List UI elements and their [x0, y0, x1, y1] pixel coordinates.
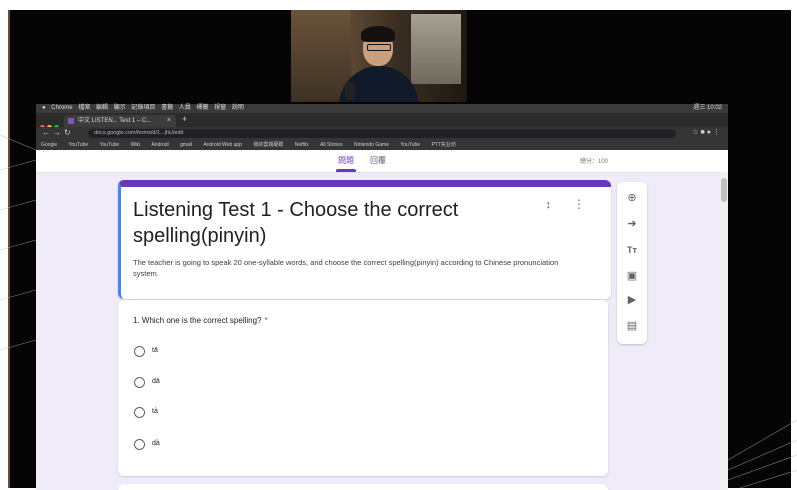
bookmark[interactable]: Google: [41, 142, 57, 148]
add-title-icon[interactable]: Tт: [624, 242, 640, 258]
tab-title: 中文 LISTEN... Test 1 – C...: [78, 118, 152, 124]
bookmark[interactable]: Wiki: [131, 142, 140, 148]
menu-item[interactable]: 視窗: [214, 105, 226, 111]
bookmark[interactable]: All Stories: [320, 142, 343, 148]
required-asterisk: *: [264, 316, 268, 325]
browser-toolbar: ←→↻ docs.google.com/forms/d/1...jhU/edit…: [36, 127, 728, 140]
browser-tab-bar: 中文 LISTEN... Test 1 – C... × +: [36, 113, 728, 130]
add-video-icon[interactable]: ▶: [624, 292, 640, 308]
option-label: tà: [152, 408, 158, 415]
menu-item[interactable]: 標籤: [196, 105, 208, 111]
bookmark[interactable]: YouTube: [69, 142, 89, 148]
bookmark[interactable]: YouTube: [100, 142, 120, 148]
address-bar[interactable]: docs.google.com/forms/d/1...jhU/edit: [88, 129, 676, 138]
option-label: tā: [152, 347, 158, 354]
scroll-thumb[interactable]: [721, 178, 727, 202]
bookmarks-bar: Google YouTube YouTube Wiki Android gmai…: [36, 140, 728, 150]
page-scrollbar[interactable]: [720, 172, 728, 490]
floating-toolbar: ⊕ ➜ Tт ▣ ▶ ▤: [617, 182, 647, 344]
back-icon[interactable]: ←: [42, 128, 53, 137]
menu-item[interactable]: 編輯: [96, 105, 108, 111]
menu-item[interactable]: 檔案: [78, 105, 90, 111]
tab-questions[interactable]: 問題: [338, 155, 354, 166]
menu-item[interactable]: 顯示: [114, 105, 126, 111]
new-tab-icon[interactable]: +: [182, 114, 187, 124]
browser-tab[interactable]: 中文 LISTEN... Test 1 – C... ×: [64, 115, 176, 127]
active-tab-indicator: [336, 169, 356, 172]
forms-tab-header: 問題 回覆 總分：100: [36, 150, 728, 173]
nav-buttons: ←→↻: [42, 128, 74, 137]
os-menu-bar: ● Chrome 檔案 編輯 顯示 記錄項目 書籤 人員 標籤 視窗 說明 週三…: [36, 104, 728, 113]
more-vert-icon[interactable]: ⋮: [573, 197, 585, 211]
radio-button[interactable]: [134, 439, 145, 450]
form-description[interactable]: The teacher is going to speak 20 one-syl…: [133, 257, 573, 279]
bookmark[interactable]: 我的雲端硬碟: [253, 142, 283, 148]
forms-favicon-icon: [68, 118, 74, 124]
bookmark[interactable]: PTT实业坊: [431, 142, 455, 148]
extensions-area: ☆■●⋮: [692, 128, 722, 136]
option-label: dā: [152, 378, 160, 385]
option-label: dà: [152, 440, 160, 447]
add-section-icon[interactable]: ▤: [624, 318, 640, 334]
import-questions-icon[interactable]: ➜: [624, 216, 640, 232]
total-score: 總分：100: [579, 159, 608, 165]
tab-responses[interactable]: 回覆: [370, 155, 386, 166]
bookmark[interactable]: YouTube: [400, 142, 420, 148]
bookmark[interactable]: Nintendo Game: [354, 142, 389, 148]
menu-dots-icon[interactable]: ⋮: [713, 129, 722, 136]
add-question-icon[interactable]: ⊕: [624, 190, 640, 206]
microphone-icon: [345, 82, 355, 100]
bookmark[interactable]: Android Web app: [203, 142, 242, 148]
menu-item[interactable]: 書籤: [161, 105, 173, 111]
menu-item[interactable]: Chrome: [51, 105, 72, 111]
star-icon[interactable]: ☆: [692, 129, 700, 136]
menu-item[interactable]: 記錄項目: [131, 105, 155, 111]
reload-icon[interactable]: ↻: [64, 128, 74, 137]
form-title-card[interactable]: Listening Test 1 - Choose the correct sp…: [118, 180, 611, 299]
menu-item[interactable]: 說明: [232, 105, 244, 111]
question-title: 1. Which one is the correct spelling? *: [133, 316, 268, 325]
screen-frame: ● Chrome 檔案 編輯 顯示 記錄項目 書籤 人員 標籤 視窗 說明 週三…: [0, 0, 797, 490]
next-question-card[interactable]: [118, 484, 608, 490]
question-card[interactable]: 1. Which one is the correct spelling? * t…: [118, 300, 608, 476]
apple-icon: ●: [42, 105, 46, 111]
bookmark[interactable]: Netflix: [295, 142, 309, 148]
radio-button[interactable]: [134, 407, 145, 418]
collapse-icon[interactable]: ↕: [546, 199, 552, 211]
form-title[interactable]: Listening Test 1 - Choose the correct sp…: [133, 197, 513, 249]
close-tab-icon[interactable]: ×: [167, 115, 171, 127]
webcam-feed: [291, 10, 467, 102]
bookmark[interactable]: gmail: [180, 142, 192, 148]
os-clock: 週三 10:02: [693, 105, 722, 111]
forward-icon[interactable]: →: [53, 128, 64, 137]
add-image-icon[interactable]: ▣: [624, 268, 640, 284]
radio-button[interactable]: [134, 346, 145, 357]
question-text: 1. Which one is the correct spelling?: [133, 316, 262, 325]
radio-button[interactable]: [134, 377, 145, 388]
bookmark[interactable]: Android: [151, 142, 168, 148]
forms-page: 問題 回覆 總分：100 Listening Test 1 - Choose t…: [36, 150, 728, 490]
menu-item[interactable]: 人員: [179, 105, 191, 111]
